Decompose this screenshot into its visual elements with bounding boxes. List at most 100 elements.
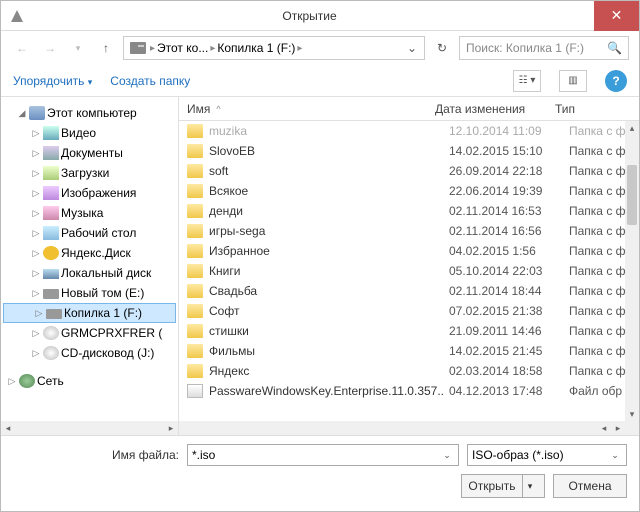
tree-item[interactable]: ▷GRMCPRXFRER (	[1, 323, 178, 343]
breadcrumb-segment[interactable]: Этот ко...	[157, 41, 208, 55]
search-input[interactable]: Поиск: Копилка 1 (F:) 🔍	[459, 36, 629, 60]
file-row[interactable]: игры-sega02.11.2014 16:56Папка с ф	[179, 221, 639, 241]
h-scrollbar[interactable]: ◂ ▸	[179, 421, 639, 435]
file-row[interactable]: Софт07.02.2015 21:38Папка с ф	[179, 301, 639, 321]
filetype-filter[interactable]: ISO-образ (*.iso) ⌄	[467, 444, 627, 466]
expand-icon[interactable]: ▷	[31, 348, 41, 359]
file-row[interactable]: soft26.09.2014 22:18Папка с ф	[179, 161, 639, 181]
file-date: 04.02.2015 1:56	[449, 244, 569, 258]
tree-item[interactable]: ▷Музыка	[1, 203, 178, 223]
tree-item[interactable]: ▷Рабочий стол	[1, 223, 178, 243]
folder-icon	[187, 364, 203, 378]
folder-icon	[187, 204, 203, 218]
expand-icon[interactable]: ▷	[31, 248, 41, 259]
file-row[interactable]: Всякое22.06.2014 19:39Папка с ф	[179, 181, 639, 201]
expand-icon[interactable]: ▷	[34, 308, 44, 319]
chevron-down-icon[interactable]: ⌄	[440, 450, 454, 461]
chevron-down-icon[interactable]: ⌄	[608, 450, 622, 461]
open-button[interactable]: Открыть ▾	[461, 474, 545, 498]
scrollbar-thumb[interactable]	[627, 165, 637, 225]
network-icon	[19, 374, 35, 388]
tree-root-computer[interactable]: ◢ Этот компьютер	[1, 103, 178, 123]
scroll-right-icon[interactable]: ▸	[164, 421, 178, 435]
file-name: игры-sega	[209, 224, 449, 238]
file-date: 26.09.2014 22:18	[449, 164, 569, 178]
drive-icon	[130, 42, 146, 54]
file-name: Избранное	[209, 244, 449, 258]
tree-item[interactable]: ▷Документы	[1, 143, 178, 163]
file-row[interactable]: Свадьба02.11.2014 18:44Папка с ф	[179, 281, 639, 301]
cancel-button[interactable]: Отмена	[553, 474, 627, 498]
scroll-right-icon[interactable]: ▸	[611, 421, 625, 435]
scroll-up-icon[interactable]: ▴	[625, 121, 639, 135]
tree-item[interactable]: ▷ Изображения	[1, 183, 178, 203]
folder-icon	[187, 244, 203, 258]
tree-network[interactable]: ▷ Сеть	[1, 371, 178, 391]
tree-item-label: Яндекс.Диск	[61, 246, 131, 260]
nav-up-button[interactable]: ↑	[95, 37, 117, 59]
tree-h-scrollbar[interactable]: ◂ ▸	[1, 421, 178, 435]
breadcrumb[interactable]: ▸ Этот ко... ▸ Копилка 1 (F:) ▸ ⌄	[123, 36, 425, 60]
expand-icon[interactable]: ▷	[31, 148, 41, 159]
expand-icon[interactable]: ▷	[31, 288, 41, 299]
tree-item[interactable]: ▷Новый том (E:)	[1, 283, 178, 303]
file-row[interactable]: денди02.11.2014 16:53Папка с ф	[179, 201, 639, 221]
folder-icon	[187, 184, 203, 198]
nav-back-button[interactable]: ←	[11, 37, 33, 59]
v-scrollbar[interactable]: ▴ ▾	[625, 121, 639, 421]
breadcrumb-dropdown[interactable]: ⌄	[404, 41, 420, 55]
nav-recent-button[interactable]: ▾	[67, 37, 89, 59]
computer-icon	[29, 106, 45, 120]
scroll-left-icon[interactable]: ◂	[597, 421, 611, 435]
tree-item[interactable]: ▷ Яндекс.Диск	[1, 243, 178, 263]
expand-icon[interactable]: ▷	[31, 268, 41, 279]
file-name: Всякое	[209, 184, 449, 198]
column-type[interactable]: Тип	[555, 102, 625, 116]
expand-icon[interactable]: ▷	[31, 168, 41, 179]
expand-icon[interactable]: ▷	[31, 208, 41, 219]
scroll-down-icon[interactable]: ▾	[625, 407, 639, 421]
column-name[interactable]: Имя^	[179, 102, 435, 116]
tree-item[interactable]: ▷Копилка 1 (F:)	[3, 303, 176, 323]
file-row[interactable]: PasswareWindowsKey.Enterprise.11.0.357..…	[179, 381, 639, 401]
file-row[interactable]: muzika12.10.2014 11:09Папка с ф	[179, 121, 639, 141]
scroll-left-icon[interactable]: ◂	[1, 421, 15, 435]
organize-button[interactable]: Упорядочить ▾	[13, 74, 92, 88]
tree-item[interactable]: ▷Видео	[1, 123, 178, 143]
expand-icon[interactable]: ▷	[31, 328, 41, 339]
expand-icon[interactable]: ▷	[31, 128, 41, 139]
help-button[interactable]: ?	[605, 70, 627, 92]
expand-icon[interactable]: ▷	[7, 376, 17, 387]
view-options-button[interactable]: ☷ ▾	[513, 70, 541, 92]
expand-icon[interactable]: ▷	[31, 228, 41, 239]
file-row[interactable]: Книги05.10.2014 22:03Папка с ф	[179, 261, 639, 281]
file-name: SlovoEB	[209, 144, 449, 158]
tree-item[interactable]: ▷Локальный диск	[1, 263, 178, 283]
tree-item[interactable]: ▷CD-дисковод (J:)	[1, 343, 178, 363]
file-row[interactable]: Фильмы14.02.2015 21:45Папка с ф	[179, 341, 639, 361]
file-row[interactable]: стишки21.09.2011 14:46Папка с ф	[179, 321, 639, 341]
file-row[interactable]: SlovoEB14.02.2015 15:10Папка с ф	[179, 141, 639, 161]
chevron-right-icon: ▸	[297, 43, 302, 54]
folder-icon	[187, 304, 203, 318]
tree-item-icon	[43, 146, 59, 160]
collapse-icon[interactable]: ◢	[17, 108, 27, 119]
tree-item-label: Изображения	[61, 186, 136, 200]
expand-icon[interactable]: ▷	[31, 188, 41, 199]
close-button[interactable]: ✕	[594, 1, 639, 31]
tree-item-icon	[43, 269, 59, 279]
refresh-button[interactable]: ↻	[431, 41, 453, 55]
file-row[interactable]: Избранное04.02.2015 1:56Папка с ф	[179, 241, 639, 261]
navigation-tree[interactable]: ◢ Этот компьютер ▷Видео▷Документы▷Загруз…	[1, 97, 179, 435]
column-date[interactable]: Дата изменения	[435, 102, 555, 116]
column-headers[interactable]: Имя^ Дата изменения Тип	[179, 97, 639, 121]
new-folder-button[interactable]: Создать папку	[110, 74, 190, 88]
filename-input[interactable]: *.iso ⌄	[187, 444, 459, 466]
tree-item[interactable]: ▷Загрузки	[1, 163, 178, 183]
breadcrumb-segment[interactable]: Копилка 1 (F:)	[217, 41, 295, 55]
nav-forward-button[interactable]: →	[39, 37, 61, 59]
open-split-dropdown[interactable]: ▾	[522, 475, 538, 497]
preview-pane-button[interactable]: ▥	[559, 70, 587, 92]
tree-item-icon	[43, 186, 59, 200]
file-row[interactable]: Яндекс02.03.2014 18:58Папка с ф	[179, 361, 639, 381]
